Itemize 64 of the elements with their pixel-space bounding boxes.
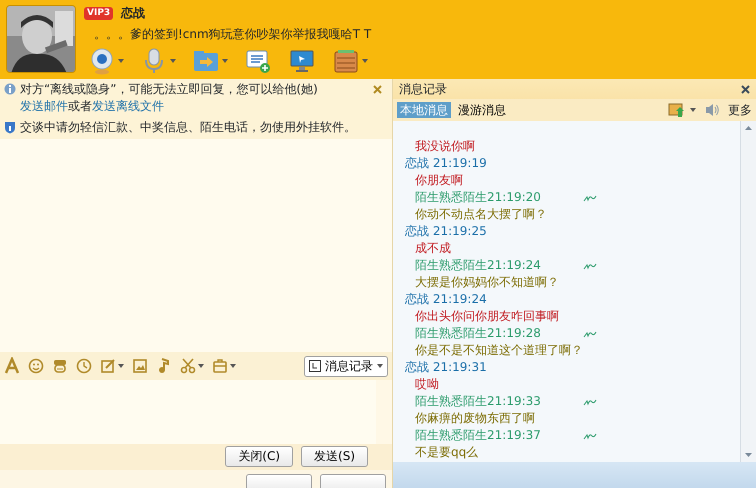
tab[interactable]: 漫游消息 — [455, 102, 509, 118]
edit-icon[interactable] — [100, 357, 116, 375]
scrollbar[interactable] — [740, 121, 756, 462]
message-header: 恋战 21:19:19 — [405, 156, 487, 170]
clock-icon — [309, 360, 321, 372]
caret-icon[interactable] — [222, 58, 228, 63]
signature-icon — [582, 194, 597, 202]
message-header: 恋战 21:19:25 — [405, 224, 487, 238]
message-header: 恋战 21:19:31 — [405, 360, 487, 374]
message-header: 陌生熟悉陌生21:19:20 — [415, 189, 541, 206]
scrollbar[interactable] — [376, 380, 392, 444]
signature-icon — [582, 330, 597, 338]
music-note-icon[interactable] — [156, 357, 172, 375]
contact-name: 恋战 — [121, 5, 146, 22]
speaker-icon[interactable] — [704, 102, 720, 118]
signature: 。。。爹的签到!cnm狗玩意你吵架你举报我嘎哈T T — [93, 26, 372, 43]
dialog-button[interactable]: 发送(S) — [301, 446, 368, 467]
message-header: 陌生熟悉陌生21:19:33 — [415, 393, 541, 410]
caret-icon[interactable] — [362, 58, 368, 63]
notice-text: 对方“离线或隐身”，可能无法立即回复，您可以给他(她) 发送邮件或者发送离线文件 — [20, 81, 319, 115]
shield-icon — [4, 120, 16, 134]
caret-icon[interactable] — [198, 364, 204, 368]
signature-icon — [582, 398, 597, 406]
font-icon[interactable] — [4, 357, 20, 375]
avatar-frame[interactable] — [6, 5, 76, 73]
signature-icon — [582, 432, 597, 440]
panel-title: 消息记录 — [399, 80, 447, 98]
signature-icon — [582, 262, 597, 270]
message-text: 你是不是不知道这个道理了啊？ — [414, 342, 584, 359]
caret-icon[interactable] — [170, 58, 176, 63]
dialog-button[interactable] — [320, 474, 386, 488]
caret-icon[interactable] — [118, 58, 124, 63]
message-text: 大摆是你妈妈你不知道啊？ — [414, 274, 560, 291]
dialog-button[interactable]: 关闭(C) — [225, 446, 294, 467]
message-text: 你动不动点名大摆了啊？ — [414, 206, 548, 223]
scissors-icon[interactable] — [180, 357, 196, 375]
image-icon[interactable] — [132, 357, 148, 375]
dialog-button[interactable] — [246, 474, 312, 488]
message-header: 陌生熟悉陌生21:19:37 — [415, 427, 541, 444]
vip-badge: VIP3 — [84, 7, 114, 20]
message-text: 不是要qq么 — [414, 444, 480, 461]
history-button[interactable]: 消息记录 — [304, 356, 388, 376]
link[interactable]: 发送邮件 — [20, 98, 68, 113]
hat-face-icon[interactable] — [52, 357, 68, 375]
message-header: 陌生熟悉陌生21:19:24 — [415, 257, 541, 274]
link[interactable]: 发送离线文件 — [92, 98, 164, 113]
message-header: 陌生熟悉陌生21:19:28 — [415, 325, 541, 342]
message-text: 你朋友啊 — [414, 172, 464, 189]
notice-text: 交谈中请勿轻信汇款、中奖信息、陌生电话，勿使用外挂软件。 — [20, 118, 357, 136]
caret-icon[interactable] — [118, 364, 124, 368]
export-icon[interactable] — [668, 102, 686, 118]
caret-icon[interactable] — [230, 364, 236, 368]
message-text: 我没说你啊 — [414, 138, 476, 155]
info-icon — [4, 83, 16, 95]
more-link[interactable]: 更多 — [728, 102, 752, 118]
message-text: 你麻痹的废物东西了啊 — [414, 410, 536, 427]
message-text: 你出头你问你朋友咋回事啊 — [414, 308, 560, 325]
briefcase-icon[interactable] — [212, 357, 228, 375]
smiley-icon[interactable] — [28, 357, 44, 375]
message-header: 恋战 21:19:24 — [405, 292, 487, 306]
message-text: 成不成 — [414, 240, 452, 257]
message-text: 哎呦 — [414, 376, 440, 393]
clock-icon[interactable] — [76, 357, 92, 375]
close-icon[interactable] — [741, 84, 750, 94]
